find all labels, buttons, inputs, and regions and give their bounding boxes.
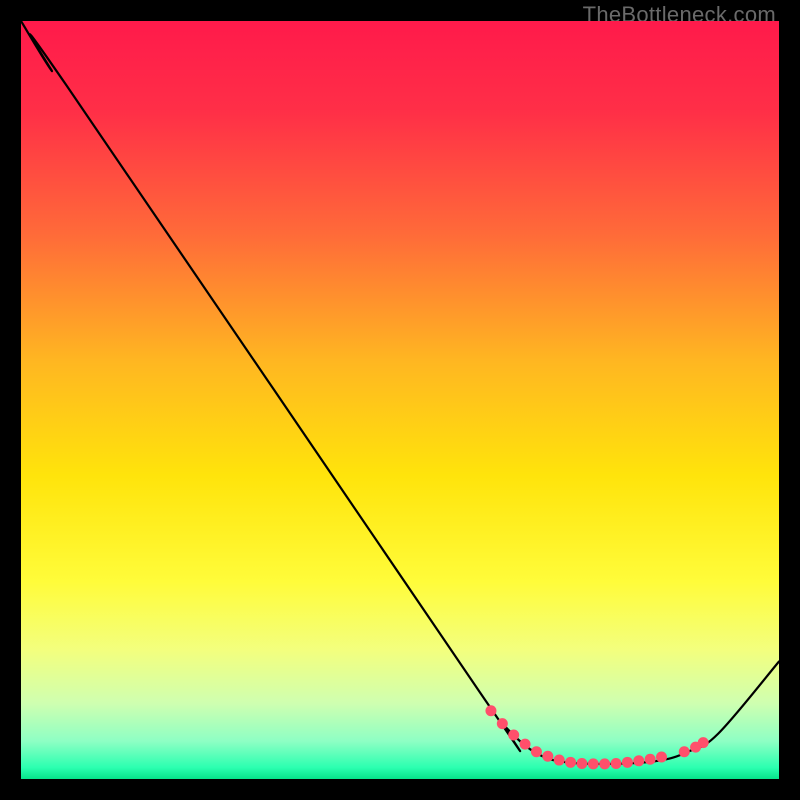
data-marker [611,758,622,769]
data-marker [531,746,542,757]
data-marker [588,758,599,769]
data-marker [622,757,633,768]
data-marker [656,752,667,763]
data-marker [520,739,531,750]
chart-frame [21,21,779,779]
data-marker [565,757,576,768]
data-marker [633,755,644,766]
data-marker [508,730,519,741]
data-marker [576,758,587,769]
data-marker [542,751,553,762]
gradient-background [21,21,779,779]
data-marker [698,737,709,748]
data-marker [485,705,496,716]
chart-plot [21,21,779,779]
data-marker [679,746,690,757]
data-marker [599,758,610,769]
data-marker [645,754,656,765]
data-marker [497,718,508,729]
data-marker [554,755,565,766]
